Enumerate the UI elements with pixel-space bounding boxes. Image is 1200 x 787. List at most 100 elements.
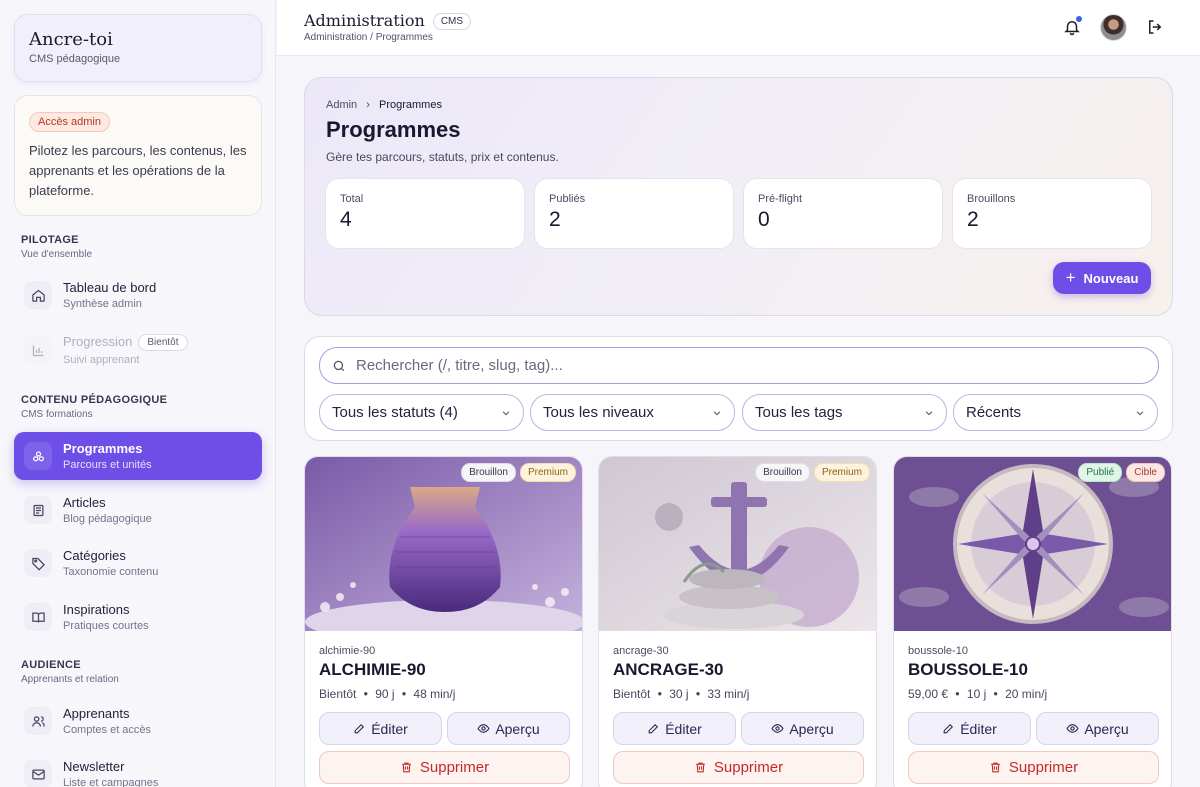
stat-published: Publiés 2: [534, 178, 734, 249]
tag-icon: [24, 549, 52, 577]
program-duration: 30 j: [669, 687, 689, 701]
stat-value: 2: [549, 208, 561, 231]
program-cover-image: [599, 457, 876, 631]
stat-label: Pré-flight: [758, 193, 803, 205]
card-badges: Brouillon Premium: [755, 463, 870, 482]
soon-badge: Bientôt: [138, 334, 188, 351]
sidebar-item-label: Tableau de bord: [63, 280, 157, 295]
plus-icon: +: [1065, 268, 1076, 287]
admin-info-text: Pilotez les parcours, les contenus, les …: [29, 143, 247, 198]
program-duration: 10 j: [966, 687, 987, 701]
sidebar-item-sub: Synthèse admin: [63, 298, 142, 310]
level-select[interactable]: Tous les niveaux: [530, 394, 735, 431]
sidebar-item-inspirations[interactable]: Inspirations Pratiques courtes: [14, 593, 262, 641]
select-value: Tous les statuts (4): [332, 404, 458, 421]
sidebar-item-progression: Progression Bientôt Suivi apprenant: [14, 326, 262, 374]
pencil-icon: [648, 723, 659, 734]
section-subtitle: CMS formations: [21, 409, 93, 420]
sidebar-item-sub: Taxonomie contenu: [63, 566, 159, 578]
hero-title: Programmes: [326, 117, 461, 142]
breadcrumb: Administration / Programmes: [304, 32, 433, 43]
eye-icon: [1066, 724, 1079, 733]
program-slug: alchimie-90: [319, 645, 376, 657]
avatar[interactable]: [1100, 14, 1127, 41]
breadcrumb-root[interactable]: Admin: [326, 99, 357, 111]
trash-icon: [991, 762, 1000, 773]
sidebar-item-newsletter[interactable]: Newsletter Liste et campagnes: [14, 750, 262, 787]
edit-button[interactable]: Éditer: [613, 712, 736, 745]
sidebar-item-apprenants[interactable]: Apprenants Comptes et accès: [14, 697, 262, 745]
delete-label: Supprimer: [1008, 759, 1079, 776]
program-rhythm: 48 min/j: [413, 687, 456, 701]
sidebar: Ancre-toi CMS pédagogique Accès admin Pi…: [0, 0, 276, 787]
status-select[interactable]: Tous les statuts (4): [319, 394, 524, 431]
mail-icon: [24, 760, 52, 787]
sidebar-item-label: Articles: [63, 495, 106, 510]
stat-value: 2: [967, 208, 979, 231]
program-slug: boussole-10: [908, 645, 968, 657]
program-cover-image: [305, 457, 582, 631]
admin-info-card: Accès admin Pilotez les parcours, les co…: [14, 95, 262, 216]
brand-card[interactable]: Ancre-toi CMS pédagogique: [14, 14, 262, 82]
card-badges: Publié Cible: [1078, 463, 1165, 482]
delete-button[interactable]: Supprimer: [319, 751, 570, 784]
select-value: Tous les niveaux: [543, 404, 654, 421]
sidebar-item-articles[interactable]: Articles Blog pédagogique: [14, 486, 262, 534]
stat-label: Brouillons: [967, 193, 1016, 205]
search-input[interactable]: [356, 357, 1136, 374]
sidebar-item-sub: Parcours et unités: [63, 459, 152, 471]
program-card: Publié Cible boussole-10 BOUSSOLE-10 59,…: [893, 456, 1172, 787]
home-icon: [24, 281, 52, 309]
sidebar-item-categories[interactable]: Catégories Taxonomie contenu: [14, 539, 262, 587]
book-icon: [24, 603, 52, 631]
brand-title: Ancre-toi: [29, 29, 113, 50]
select-value: Récents: [966, 404, 1022, 421]
breadcrumb-current: Programmes: [378, 99, 442, 111]
sidebar-item-programmes[interactable]: Programmes Parcours et unités: [14, 432, 262, 480]
sidebar-item-label: Catégories: [63, 548, 126, 563]
tags-select[interactable]: Tous les tags: [742, 394, 947, 431]
program-meta: 59,00 € ● 10 j ● 20 min/j: [908, 687, 1048, 701]
stat-value: 4: [340, 208, 352, 231]
sidebar-item-sub: Pratiques courtes: [63, 620, 149, 632]
admin-access-badge: Accès admin: [29, 112, 110, 132]
logout-icon[interactable]: [1146, 18, 1164, 36]
preview-label: Aperçu: [789, 720, 834, 737]
section-contenu: CONTENU PÉDAGOGIQUE CMS formations: [21, 394, 167, 420]
delete-button[interactable]: Supprimer: [613, 751, 864, 784]
status-badge: Brouillon: [461, 463, 516, 482]
eye-icon: [771, 724, 784, 733]
delete-button[interactable]: Supprimer: [908, 751, 1159, 784]
new-program-button[interactable]: + Nouveau: [1053, 262, 1151, 294]
sidebar-item-label: Progression: [63, 334, 133, 349]
edit-button[interactable]: Éditer: [908, 712, 1031, 745]
program-name: BOUSSOLE-10: [908, 660, 1028, 679]
edit-button[interactable]: Éditer: [319, 712, 442, 745]
trash-icon: [696, 762, 705, 773]
program-rhythm: 33 min/j: [707, 687, 750, 701]
program-rhythm: 20 min/j: [1005, 687, 1048, 701]
stat-preflight: Pré-flight 0: [743, 178, 943, 249]
preview-button[interactable]: Aperçu: [741, 712, 864, 745]
stat-value: 0: [758, 208, 770, 231]
delete-label: Supprimer: [419, 759, 490, 776]
preview-button[interactable]: Aperçu: [447, 712, 570, 745]
newspaper-icon: [24, 496, 52, 524]
search-icon: [333, 360, 345, 371]
edit-label: Éditer: [960, 720, 997, 737]
program-name: ANCRAGE-30: [613, 660, 724, 679]
edit-label: Éditer: [371, 720, 408, 737]
status-badge: Brouillon: [755, 463, 810, 482]
preview-label: Aperçu: [495, 720, 540, 737]
breadcrumb-separator: ›: [366, 99, 370, 111]
preview-label: Aperçu: [1084, 720, 1129, 737]
sidebar-item-dashboard[interactable]: Tableau de bord Synthèse admin: [14, 271, 262, 319]
pencil-icon: [354, 723, 365, 734]
sort-select[interactable]: Récents: [953, 394, 1158, 431]
program-card: Brouillon Premium alchimie-90 ALCHIMIE-9…: [304, 456, 583, 787]
stat-label: Publiés: [549, 193, 586, 205]
sidebar-item-sub: Liste et campagnes: [63, 777, 159, 787]
search-box[interactable]: [319, 347, 1159, 384]
section-subtitle: Apprenants et relation: [21, 674, 119, 685]
preview-button[interactable]: Aperçu: [1036, 712, 1159, 745]
